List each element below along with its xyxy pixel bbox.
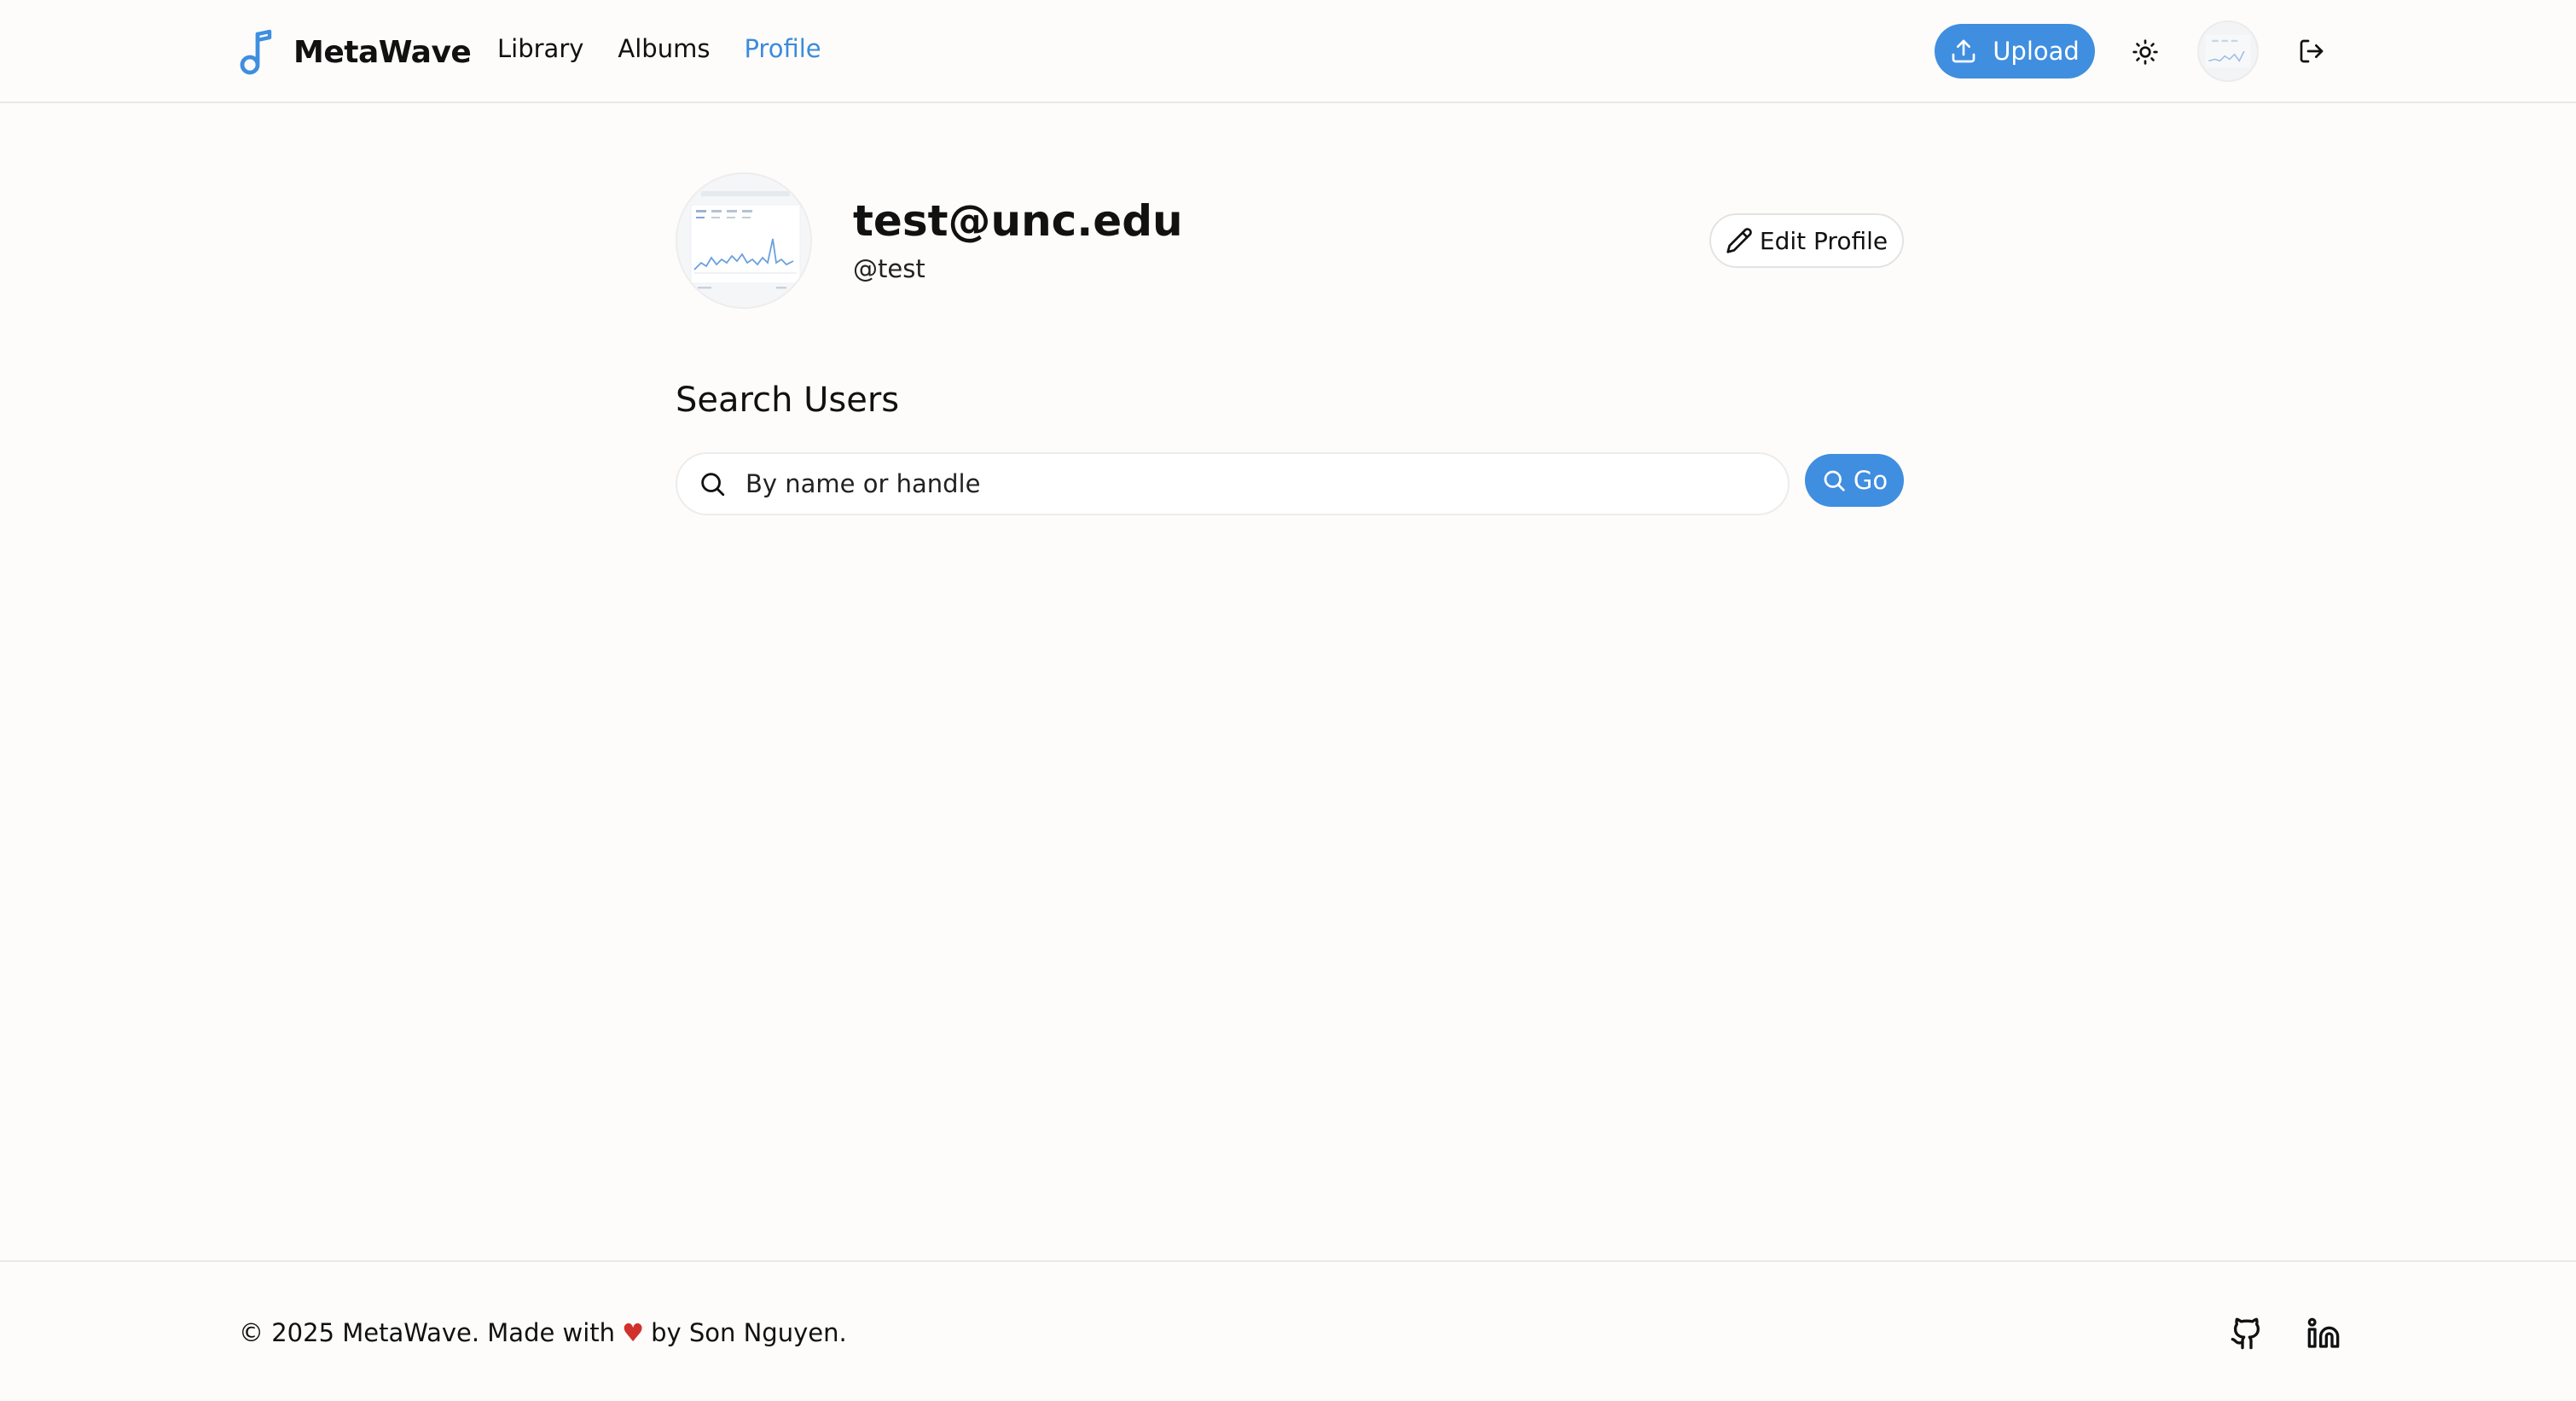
github-icon: [2231, 1317, 2260, 1350]
page: MetaWave Library Albums Profile Upload t…: [0, 0, 2576, 1401]
search-input[interactable]: [746, 458, 1788, 509]
nav-library[interactable]: Library: [497, 34, 583, 63]
go-button[interactable]: Go: [1805, 454, 1904, 507]
search-icon: [1824, 470, 1845, 491]
avatar-image: [677, 174, 810, 307]
upload-button[interactable]: Upload: [1935, 24, 2095, 78]
footer: © 2025 MetaWave. Made with ♥ by Son Nguy…: [0, 1260, 2576, 1401]
linkedin-link[interactable]: [2306, 1317, 2341, 1351]
search-users-heading: Search Users: [676, 381, 900, 420]
avatar: [2205, 35, 2251, 67]
upload-button-label: Upload: [1993, 37, 2080, 66]
music-note-icon: [240, 29, 272, 75]
copyright-suffix: by Son Nguyen.: [651, 1318, 847, 1347]
nav-profile[interactable]: Profile: [744, 34, 821, 63]
edit-profile-button[interactable]: Edit Profile: [1709, 213, 1904, 268]
go-button-label: Go: [1853, 466, 1888, 495]
top-navbar: MetaWave Library Albums Profile Upload: [0, 0, 2576, 103]
copyright-prefix: © 2025 MetaWave. Made with: [239, 1318, 616, 1347]
profile-avatar: [676, 172, 812, 309]
sun-icon: [2132, 39, 2158, 65]
brand-logo[interactable]: MetaWave: [239, 29, 472, 75]
profile-handle: @test: [853, 254, 925, 283]
search-icon: [698, 469, 727, 498]
upload-icon: [1952, 39, 1976, 63]
linkedin-icon: [2307, 1317, 2340, 1348]
profile-name: test@unc.edu: [853, 196, 1183, 246]
logout-button[interactable]: [2295, 34, 2329, 68]
github-link[interactable]: [2230, 1317, 2264, 1351]
theme-toggle-button[interactable]: [2127, 34, 2163, 70]
logout-icon: [2300, 39, 2324, 63]
brand-name: MetaWave: [293, 34, 472, 70]
main-nav: Library Albums Profile: [497, 34, 856, 63]
nav-albums[interactable]: Albums: [618, 34, 710, 63]
copyright-text: © 2025 MetaWave. Made with ♥ by Son Nguy…: [239, 1318, 847, 1347]
search-field[interactable]: [676, 452, 1790, 515]
user-avatar-button[interactable]: [2197, 20, 2259, 82]
edit-profile-label: Edit Profile: [1759, 226, 1888, 255]
heart-icon: ♥: [622, 1318, 645, 1347]
pencil-icon: [1726, 228, 1752, 253]
